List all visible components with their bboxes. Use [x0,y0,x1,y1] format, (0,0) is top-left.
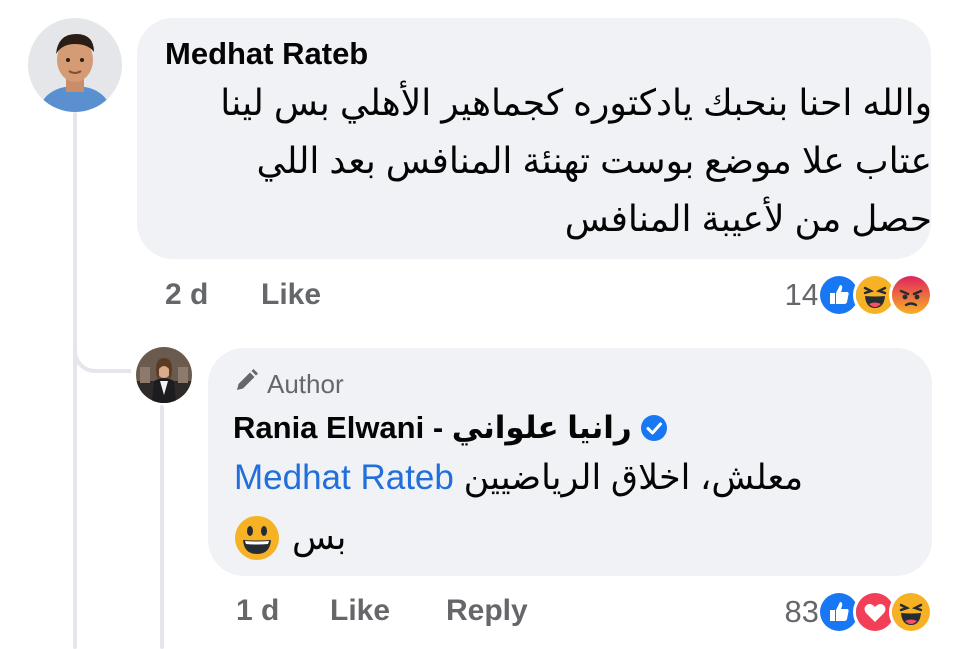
reply-button[interactable]: Reply [446,594,528,628]
like-button[interactable]: Like [261,278,321,312]
reply-author[interactable]: Rania Elwani - رانيا علواني [233,410,668,446]
reply-text-line: بس [234,515,346,561]
comment-text-line: حصل من لأعيبة المنافس [564,198,932,239]
reply-text: بس [292,518,347,557]
angry-icon [889,273,933,317]
comment-text-line: عتاب علا موضع بوست تهنئة المنافس بعد الل… [256,140,932,181]
grinning-emoji-icon [234,515,280,561]
reply-thread-line [160,405,164,649]
comment-timestamp[interactable]: 2 d [165,278,208,312]
reaction-count: 14 [784,277,819,312]
author-badge-label: Author [267,369,344,399]
avatar-rania[interactable] [136,347,192,403]
comment-author-name[interactable]: Medhat Rateb [165,36,368,72]
reaction-count: 83 [784,594,819,629]
author-badge: Author [233,368,344,401]
verified-badge-icon [640,414,668,442]
like-button[interactable]: Like [330,594,390,628]
reply-text: معلش، اخلاق الرياضيين [463,458,804,497]
reply-author-name[interactable]: Rania Elwani - رانيا علواني [233,410,632,446]
reaction-summary[interactable]: 14 [785,273,933,317]
reply-timestamp[interactable]: 1 d [236,594,279,628]
haha-icon [889,590,933,634]
mention-link[interactable]: Medhat Rateb [234,458,454,497]
thread-connector [73,343,131,373]
comment-text-line: والله احنا بنحبك يادكتوره كجماهير الأهلي… [220,82,932,123]
thread-line [73,112,77,649]
pencil-icon [233,368,259,401]
avatar-medhat[interactable] [28,18,122,112]
reply-text-line: معلش، اخلاق الرياضيين Medhat Rateb [234,458,803,498]
reaction-summary[interactable]: 83 [785,590,933,634]
